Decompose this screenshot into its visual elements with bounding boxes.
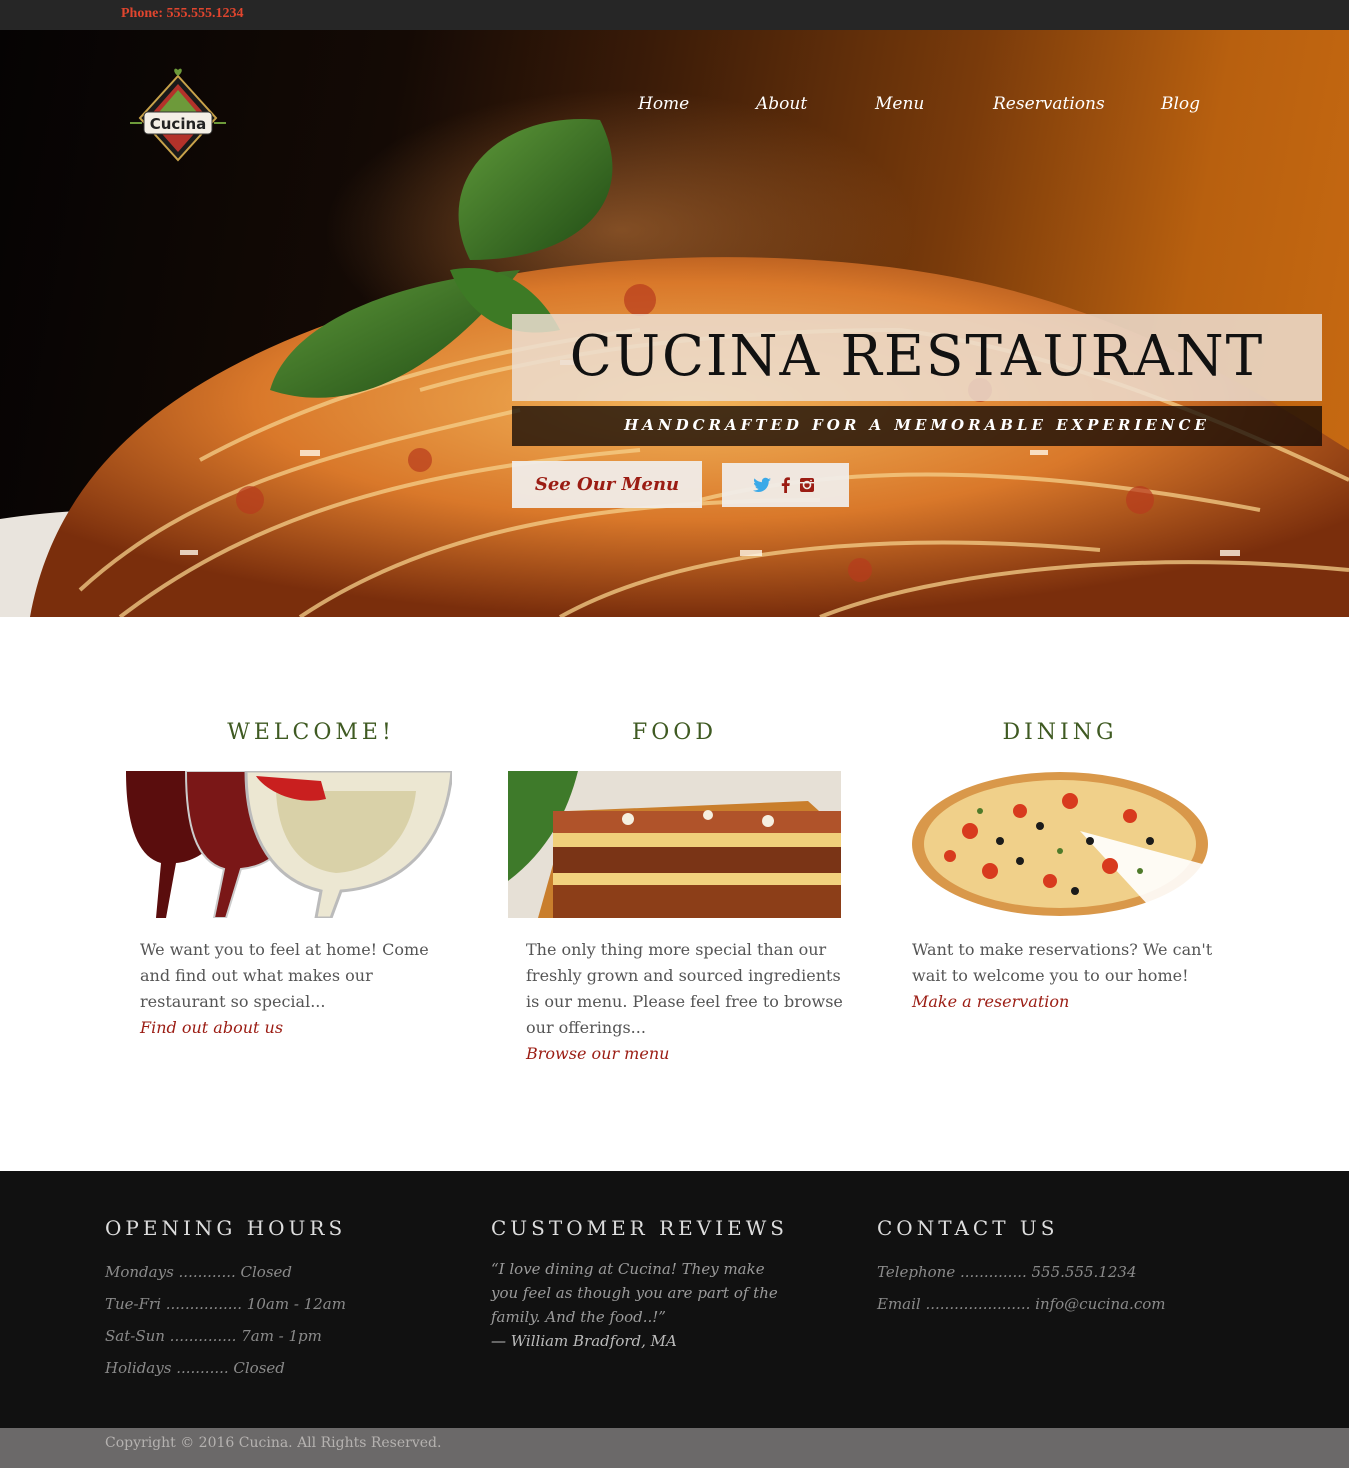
feature-text-welcome: We want you to feel at home! Come and fi… [140,940,429,1011]
contact-telephone[interactable]: Telephone .............. 555.555.1234 [877,1263,1136,1281]
hours-line: Mondays ............ Closed [105,1263,293,1281]
main-nav: Home About Menu Reservations Blog [0,94,1349,118]
nav-blog[interactable]: Blog [1161,94,1200,114]
hero-title: CUCINA RESTAURANT [569,324,1265,389]
review-text: “I love dining at Cucina! They make you … [491,1260,778,1326]
facebook-icon[interactable] [776,475,796,495]
footer: OPENING HOURS Mondays ............ Close… [0,1171,1349,1428]
cucina-logo[interactable]: Cucina [126,66,230,170]
feature-title-welcome: WELCOME! [227,720,395,745]
hours-line: Tue-Fri ................ 10am - 12am [105,1295,346,1313]
see-menu-button[interactable]: See Our Menu [512,461,702,508]
hours-line: Sat-Sun .............. 7am - 1pm [105,1327,322,1345]
feature-text-dining: Want to make reservations? We can't wait… [912,940,1213,985]
social-links [722,463,849,507]
instagram-icon[interactable] [797,475,817,495]
make-reservation-link[interactable]: Make a reservation [912,989,1222,1015]
feature-dining: Want to make reservations? We can't wait… [912,937,1222,1015]
feature-title-food: FOOD [632,720,717,745]
browse-menu-link[interactable]: Browse our menu [526,1041,846,1067]
contact-us-title: CONTACT US [877,1216,1059,1240]
nav-reservations[interactable]: Reservations [993,94,1105,114]
review-author: — William Bradford, MA [491,1332,677,1350]
nav-home[interactable]: Home [638,94,689,114]
review-quote: “I love dining at Cucina! They make you … [491,1257,791,1353]
pizza-image [910,771,1210,918]
copyright-bar: Copyright © 2016 Cucina. All Rights Rese… [0,1428,1349,1468]
copyright-text: Copyright © 2016 Cucina. All Rights Rese… [105,1435,442,1451]
hero-subtitle: HANDCRAFTED FOR A MEMORABLE EXPERIENCE [624,416,1210,434]
hero-title-box: CUCINA RESTAURANT [512,314,1322,401]
opening-hours-title: OPENING HOURS [105,1216,347,1240]
find-out-about-us-link[interactable]: Find out about us [140,1015,440,1041]
top-bar: Phone: 555.555.1234 [0,0,1349,30]
feature-food: The only thing more special than our fre… [526,937,846,1067]
lasagna-image [508,771,841,918]
nav-about[interactable]: About [756,94,807,114]
wine-glasses-image [126,771,452,918]
hours-line: Holidays ........... Closed [105,1359,285,1377]
twitter-icon[interactable] [752,475,772,495]
phone-number[interactable]: Phone: 555.555.1234 [121,6,244,22]
contact-email[interactable]: Email ...................... info@cucina… [877,1295,1165,1313]
customer-reviews-title: CUSTOMER REVIEWS [491,1216,788,1240]
feature-text-food: The only thing more special than our fre… [526,940,843,1037]
hero-subtitle-box: HANDCRAFTED FOR A MEMORABLE EXPERIENCE [512,406,1322,446]
feature-welcome: We want you to feel at home! Come and fi… [140,937,440,1041]
feature-title-dining: DINING [1002,720,1118,745]
nav-menu[interactable]: Menu [875,94,924,114]
